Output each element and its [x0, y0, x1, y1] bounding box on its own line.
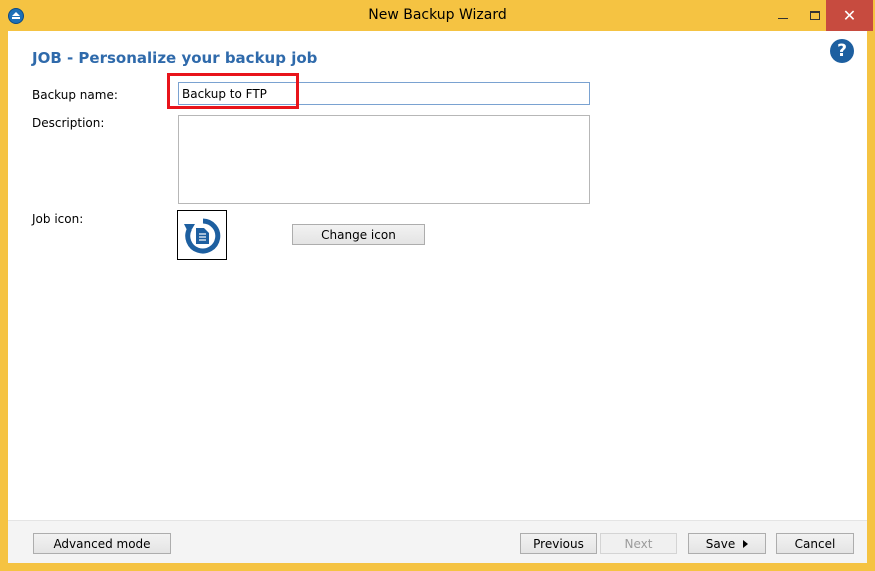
window-title: New Backup Wizard: [368, 7, 507, 23]
title-bar[interactable]: New Backup Wizard ✕: [0, 0, 875, 31]
advanced-mode-button[interactable]: Advanced mode: [33, 533, 171, 554]
minimize-button[interactable]: [767, 0, 799, 31]
description-label: Description:: [32, 116, 105, 130]
backup-name-input[interactable]: [178, 82, 590, 105]
job-icon-label: Job icon:: [32, 212, 84, 226]
backup-name-label: Backup name:: [32, 88, 118, 102]
page-heading: JOB - Personalize your backup job: [32, 49, 318, 67]
play-arrow-icon: [743, 539, 749, 548]
close-button[interactable]: ✕: [826, 0, 873, 31]
previous-button[interactable]: Previous: [520, 533, 597, 554]
save-button[interactable]: Save: [688, 533, 766, 554]
minimize-icon: [778, 18, 788, 19]
help-icon[interactable]: ?: [830, 39, 854, 63]
button-bar: Advanced mode Previous Next Save Cancel: [8, 520, 867, 563]
save-button-label: Save: [705, 536, 736, 551]
wizard-content: JOB - Personalize your backup job ? Back…: [8, 31, 867, 520]
change-icon-button[interactable]: Change icon: [292, 224, 425, 245]
close-icon: ✕: [842, 6, 857, 25]
cancel-button[interactable]: Cancel: [776, 533, 854, 554]
next-button[interactable]: Next: [600, 533, 677, 554]
wizard-window: New Backup Wizard ✕ JOB - Personalize yo…: [0, 0, 875, 571]
backup-document-icon: [184, 218, 221, 254]
maximize-icon: [810, 11, 820, 20]
description-textarea[interactable]: [178, 115, 590, 204]
job-icon-preview[interactable]: [177, 210, 227, 260]
